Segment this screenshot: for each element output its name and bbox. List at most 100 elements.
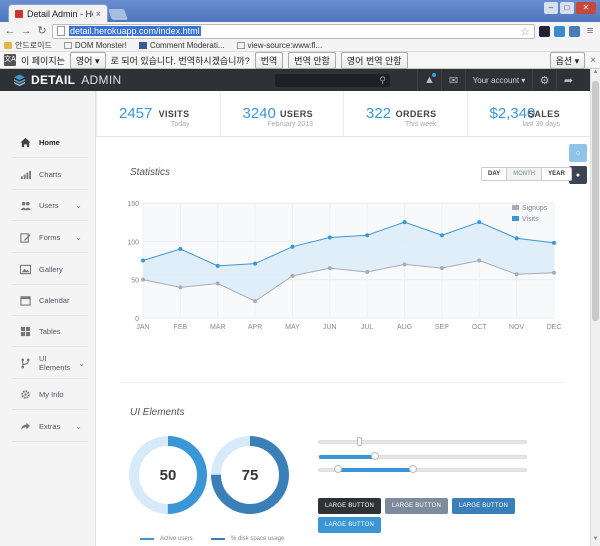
stat-subtitle: last 30 days bbox=[522, 121, 560, 128]
sidebar-item-tables[interactable]: Tables bbox=[12, 316, 88, 347]
slider-handle[interactable] bbox=[409, 465, 418, 473]
page-icon bbox=[57, 26, 65, 36]
sidebar-item-calendar[interactable]: Calendar bbox=[12, 285, 88, 316]
large-button-dark[interactable]: LARGE BUTTON bbox=[318, 498, 381, 514]
stat-subtitle: This week bbox=[404, 121, 437, 128]
data-point-visits bbox=[327, 235, 332, 240]
theme-light-button[interactable]: ○ bbox=[569, 144, 587, 162]
statistics-title: Statistics bbox=[130, 167, 171, 178]
legend-label: % disk space usage bbox=[231, 536, 285, 542]
maximize-button[interactable]: □ bbox=[560, 2, 574, 14]
alert-icon[interactable]: ▲ bbox=[417, 69, 441, 91]
extension-icon[interactable] bbox=[554, 25, 565, 37]
bookmark-star-icon[interactable]: ☆ bbox=[520, 25, 530, 38]
data-point-visits bbox=[439, 233, 444, 238]
envelope-icon[interactable]: ✉ bbox=[441, 69, 465, 91]
slider-filled[interactable] bbox=[318, 452, 527, 460]
data-point-visits bbox=[552, 240, 556, 245]
chevron-down-icon: ⌄ bbox=[75, 421, 82, 431]
user-account-menu[interactable]: Your account ▾ bbox=[465, 69, 532, 91]
range-day-button[interactable]: DAY bbox=[482, 168, 507, 180]
sidebar-item-label: Extras bbox=[39, 421, 61, 431]
scroll-down-icon[interactable]: ▼ bbox=[591, 536, 600, 546]
back-arrow-icon[interactable]: ← bbox=[4, 25, 16, 37]
large-button-blue[interactable]: LARGE BUTTON bbox=[452, 498, 515, 514]
address-bar[interactable]: detail.herokuapp.com/index.html ☆ bbox=[52, 23, 535, 39]
stat-label: VISITS bbox=[158, 109, 190, 119]
slider-range[interactable] bbox=[318, 465, 527, 473]
legend-swatch bbox=[512, 205, 519, 210]
slider-handle[interactable] bbox=[356, 437, 362, 446]
ui-elements-title: UI Elements bbox=[130, 407, 185, 418]
x-tick-label: SEP bbox=[435, 324, 449, 331]
scroll-up-icon[interactable]: ▲ bbox=[591, 69, 600, 79]
new-tab-button[interactable] bbox=[107, 9, 129, 20]
x-tick-label: FEB bbox=[174, 324, 188, 331]
legend-swatch bbox=[512, 216, 519, 221]
brand[interactable]: DETAIL ADMIN bbox=[0, 73, 275, 87]
language-select[interactable]: 영어 ▾ bbox=[69, 51, 106, 69]
url-text: detail.herokuapp.com/index.html bbox=[69, 26, 201, 36]
sidebar-item-my-info[interactable]: My Info bbox=[12, 379, 88, 410]
translate-options-button[interactable]: 옵션 ▾ bbox=[549, 51, 586, 69]
sidebar-item-users[interactable]: Users ⌄ bbox=[12, 190, 88, 221]
bookmark-item[interactable]: view-source:www.fl... bbox=[236, 41, 322, 50]
search-icon: ⚲ bbox=[379, 74, 386, 85]
x-tick-label: OCT bbox=[472, 324, 488, 331]
users-icon bbox=[20, 201, 31, 210]
data-point-visits bbox=[514, 236, 519, 241]
range-year-button[interactable]: YEAR bbox=[541, 168, 571, 180]
circle-dot-icon: ● bbox=[575, 171, 581, 179]
slider-handle[interactable] bbox=[333, 465, 342, 473]
folder-icon bbox=[4, 42, 12, 49]
stat-label: ORDERS bbox=[395, 109, 437, 119]
menu-icon[interactable]: ≡ bbox=[584, 25, 596, 37]
sidebar-item-label: Tables bbox=[39, 326, 61, 336]
sidebar-item-extras[interactable]: Extras ⌄ bbox=[12, 411, 88, 442]
bookmark-item[interactable]: DOM Monster! bbox=[63, 41, 127, 50]
extension-icon[interactable] bbox=[569, 25, 580, 37]
slider-handle[interactable] bbox=[371, 452, 380, 460]
translate-close-icon[interactable]: × bbox=[590, 55, 596, 66]
gear-icon[interactable]: ⚙ bbox=[532, 69, 556, 91]
forward-arrow-icon[interactable]: → bbox=[20, 25, 32, 37]
translate-button[interactable]: 번역 bbox=[254, 51, 284, 69]
header-search-input[interactable]: ⚲ bbox=[275, 73, 390, 87]
sidebar-item-home[interactable]: Home bbox=[12, 127, 88, 158]
sidebar-item-label: Charts bbox=[39, 169, 62, 179]
reload-icon[interactable]: ↻ bbox=[36, 25, 48, 37]
data-point-visits bbox=[141, 258, 145, 263]
close-window-button[interactable]: ✕ bbox=[576, 2, 596, 14]
share-icon[interactable]: ➦ bbox=[556, 69, 580, 91]
share-icon bbox=[20, 422, 31, 430]
sidebar-item-forms[interactable]: Forms ⌄ bbox=[12, 222, 88, 253]
large-button-gray[interactable]: LARGE BUTTON bbox=[385, 498, 448, 514]
header-icons: ▲ ✉ Your account ▾ ⚙ ➦ bbox=[417, 69, 580, 91]
large-button-light-blue[interactable]: LARGE BUTTON bbox=[318, 517, 381, 533]
sidebar-item-ui-elements[interactable]: UI Elements ⌄ bbox=[12, 348, 88, 379]
sidebar-item-gallery[interactable]: Gallery bbox=[12, 254, 88, 285]
stat-visits: 2457 VISITS Today bbox=[96, 91, 220, 136]
browser-tab[interactable]: Detail Admin - Home × bbox=[8, 4, 108, 22]
circle-small-icon: ○ bbox=[575, 149, 581, 157]
sidebar-item-label: Calendar bbox=[39, 295, 70, 305]
x-tick-label: MAR bbox=[210, 324, 226, 331]
data-point-visits bbox=[402, 220, 407, 225]
x-tick-label: DEC bbox=[547, 324, 562, 331]
bookmark-item[interactable]: 안드로이드 bbox=[4, 40, 52, 51]
minimize-button[interactable]: – bbox=[544, 2, 558, 14]
extension-icon[interactable] bbox=[539, 25, 550, 37]
data-point-visits bbox=[215, 263, 220, 268]
data-point-signups bbox=[215, 281, 220, 286]
tab-close-icon[interactable]: × bbox=[96, 9, 101, 19]
range-month-button[interactable]: MONTH bbox=[506, 168, 542, 180]
slider-basic[interactable] bbox=[318, 437, 527, 446]
x-tick-label: NOV bbox=[509, 324, 525, 331]
stat-subtitle: February 2013 bbox=[267, 121, 313, 128]
bookmark-item[interactable]: Comment Moderati... bbox=[138, 41, 225, 50]
sidebar-item-charts[interactable]: Charts bbox=[12, 159, 88, 190]
no-translate-button[interactable]: 번역 안함 bbox=[288, 51, 336, 69]
scroll-thumb[interactable] bbox=[592, 81, 599, 321]
never-translate-button[interactable]: 영어 번역 안함 bbox=[340, 51, 408, 69]
page-scrollbar[interactable]: ▲ ▼ bbox=[590, 69, 600, 546]
